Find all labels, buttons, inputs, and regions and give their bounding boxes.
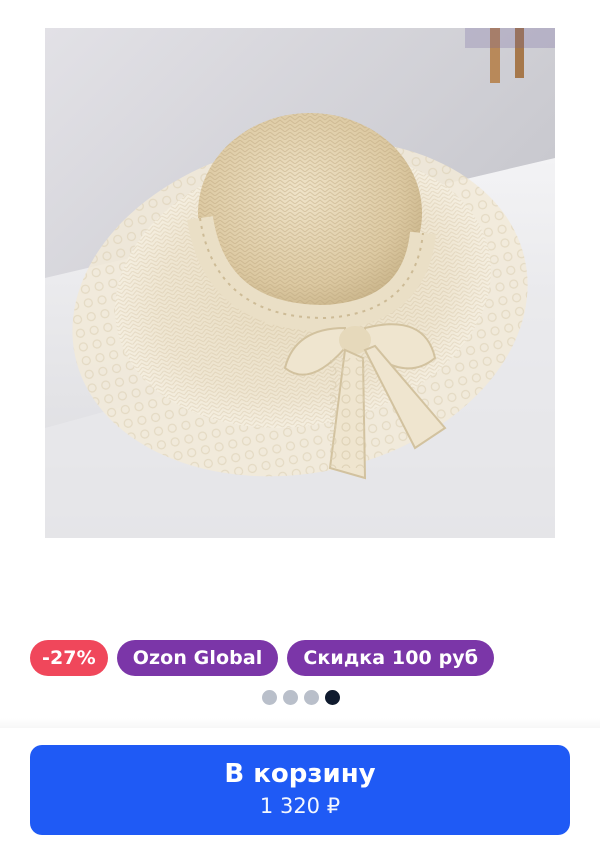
straw-hat-photo [45, 28, 555, 538]
carousel-dot-active[interactable] [325, 690, 340, 705]
carousel-dot[interactable] [283, 690, 298, 705]
price-label: 1 320 ₽ [259, 794, 341, 818]
add-to-cart-button[interactable]: В корзину 1 320 ₽ [30, 745, 570, 835]
product-page: -27% Ozon Global Скидка 100 руб В корзин… [0, 0, 600, 858]
ozon-global-badge[interactable]: Ozon Global [116, 640, 279, 676]
discount-badge: -27% [30, 640, 108, 676]
carousel-dot[interactable] [262, 690, 277, 705]
add-to-cart-label: В корзину [224, 759, 376, 789]
carousel-dot[interactable] [304, 690, 319, 705]
promo-discount-badge[interactable]: Скидка 100 руб [287, 640, 495, 676]
badge-row: -27% Ozon Global Скидка 100 руб [30, 640, 495, 676]
carousel-indicator [262, 690, 340, 705]
product-image[interactable] [45, 28, 555, 538]
